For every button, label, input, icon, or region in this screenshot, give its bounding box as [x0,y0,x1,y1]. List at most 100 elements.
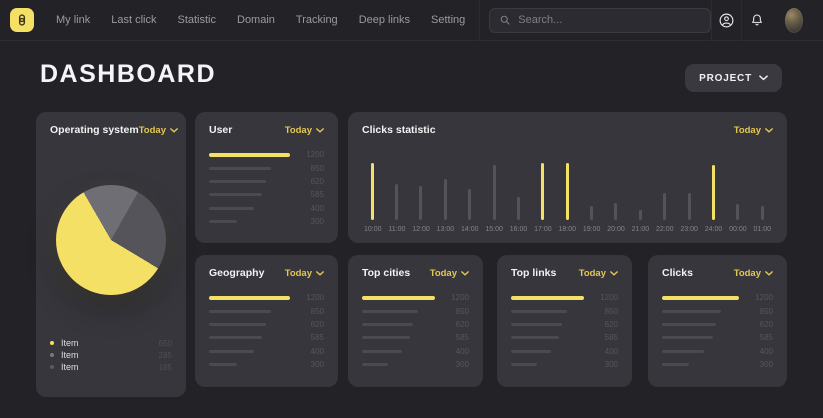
time-label: 10:00 [364,226,382,233]
legend-label: Item [61,362,152,372]
account-button[interactable] [712,0,741,41]
bar [362,363,388,366]
bar-row: 850 [362,304,469,317]
chart-column: 01:00 [753,163,771,233]
period-dropdown[interactable]: Today [579,268,618,279]
bar-row: 850 [209,304,324,317]
period-dropdown[interactable]: Today [139,125,178,136]
chart-bar-track [517,163,520,220]
bar-value: 620 [747,320,773,329]
bar [209,220,237,223]
legend-value: 185 [159,363,172,372]
period-dropdown[interactable]: Today [734,268,773,279]
legend-value: 650 [159,339,172,348]
bar-row: 585 [209,331,324,344]
bar-value: 1200 [747,293,773,302]
bar-track [362,363,435,366]
card-title: Geography [209,267,264,279]
bar-track [209,336,290,339]
bar-row: 620 [209,175,324,188]
chart-bar-track [541,163,544,220]
nav-link[interactable]: Last click [111,14,156,26]
legend-dot [50,365,54,369]
bar-row: 400 [662,345,773,358]
time-label: 22:00 [656,226,674,233]
chart-bar-track [395,163,398,220]
chart-bar [590,206,593,220]
bar [662,310,721,313]
bar-row: 585 [662,331,773,344]
bar-track [209,193,290,196]
bar-value: 850 [298,164,324,173]
chart-bar-track [614,163,617,220]
bar-track [209,180,290,183]
bar-row: 400 [362,345,469,358]
chart-bar-track [444,163,447,220]
bar-row: 1200 [662,291,773,304]
search-input[interactable] [518,14,701,26]
divider [479,0,480,41]
card-title: Top links [511,267,556,279]
bar-list: 1200 850 620 585 [511,291,618,371]
legend-item: Item 285 [50,349,172,361]
chart-bar-track [590,163,593,220]
pie-legend: Item 650 Item 285 Item 185 [50,337,172,373]
nav-link[interactable]: Statistic [177,14,216,26]
time-label: 23:00 [680,226,698,233]
bar-track [662,363,739,366]
bar-row: 400 [209,345,324,358]
app-logo[interactable] [10,8,34,32]
bar-value: 850 [298,307,324,316]
nav-link[interactable]: Setting [431,14,465,26]
chart-column: 16:00 [510,163,528,233]
bar [362,336,410,339]
bar-value: 585 [747,333,773,342]
period-dropdown[interactable]: Today [430,268,469,279]
project-dropdown[interactable]: PROJECT [685,64,782,92]
period-dropdown[interactable]: Today [285,268,324,279]
bar-track [362,350,435,353]
period-label: Today [139,125,166,136]
time-label: 15:00 [485,226,503,233]
period-dropdown[interactable]: Today [285,125,324,136]
chart-column: 21:00 [632,163,650,233]
bar [209,323,266,326]
bar-value: 300 [298,217,324,226]
notifications-button[interactable] [742,0,771,41]
chart-bar [493,165,496,220]
chart-bar-track [566,163,569,220]
bar-list: 1200 850 620 585 [362,291,469,371]
bar-value: 300 [443,360,469,369]
bar [662,350,704,353]
nav-link[interactable]: Domain [237,14,275,26]
card-title: User [209,124,232,136]
bar-value: 620 [298,320,324,329]
chart-bar [663,193,666,220]
period-dropdown[interactable]: Today [734,125,773,136]
chart-column: 14:00 [461,163,479,233]
time-label: 17:00 [534,226,552,233]
bar-row: 585 [362,331,469,344]
bar-value: 620 [443,320,469,329]
nav-link[interactable]: Tracking [296,14,338,26]
legend-dot [50,353,54,357]
bar-value: 300 [592,360,618,369]
bar-value: 585 [592,333,618,342]
bar-track [511,323,584,326]
bar-track [209,350,290,353]
period-label: Today [285,268,312,279]
chevron-down-icon [461,271,469,276]
bar-row: 300 [362,358,469,371]
chart-bar [371,163,374,220]
bar [662,296,739,300]
chart-bar [761,206,764,220]
search-box[interactable] [489,8,711,33]
nav-link[interactable]: Deep links [359,14,410,26]
chart-column: 12:00 [412,163,430,233]
nav-link[interactable]: My link [56,14,90,26]
bar-track [209,310,290,313]
bar [209,153,290,157]
bar-row: 300 [209,358,324,371]
chevron-down-icon [765,271,773,276]
user-avatar[interactable] [785,8,803,33]
